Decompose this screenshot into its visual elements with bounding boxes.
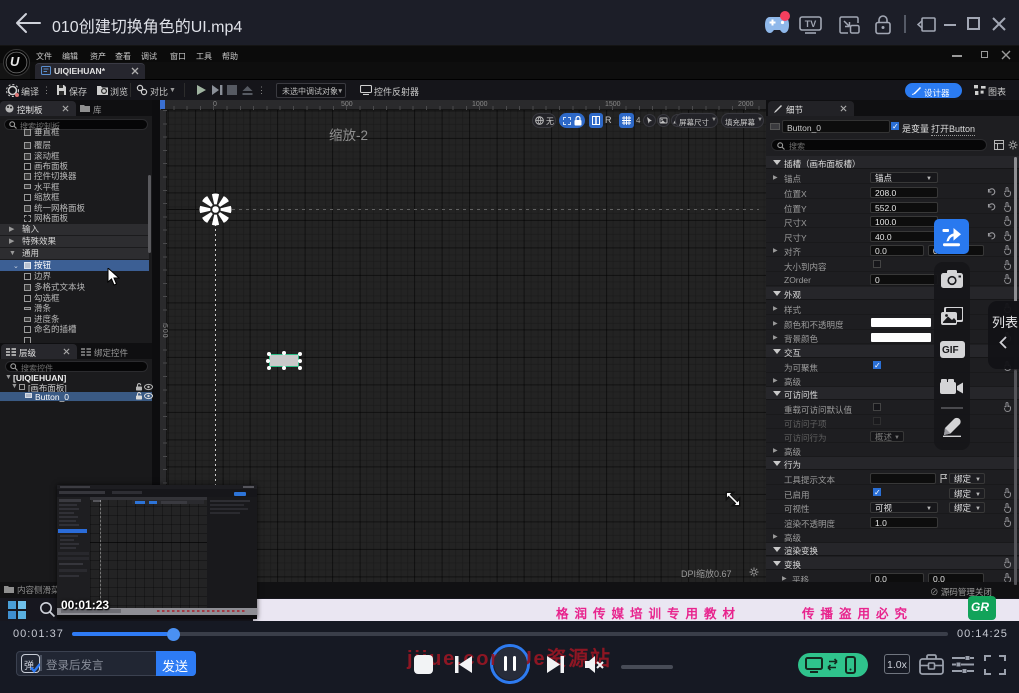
svg-text:TV: TV [805, 19, 817, 29]
